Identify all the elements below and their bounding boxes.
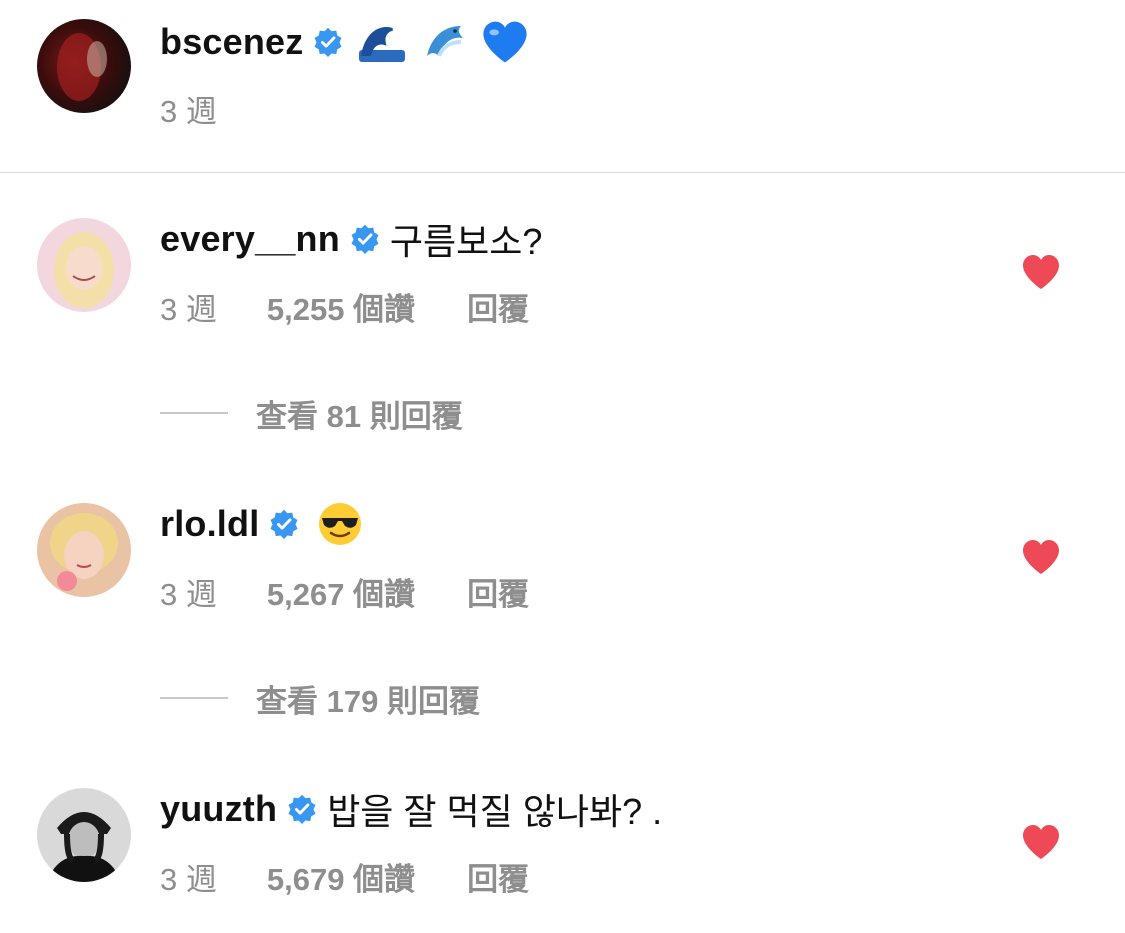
heart-icon[interactable] [1021,254,1061,290]
likes-count[interactable]: 5,679 個讚 [267,854,415,899]
verified-badge-icon [350,224,380,254]
sunglasses-emoji [319,503,362,545]
caption-meta: 3 週 [160,90,217,129]
comment-header: yuuzth 밥을 잘 먹질 않나봐? . [160,787,662,832]
timestamp: 3 週 [160,93,217,129]
verified-badge-icon [269,509,299,539]
caption-header: bscenez [160,20,529,64]
username[interactable]: rlo.ldl [160,503,259,545]
comment-item: rlo.ldl 3 週 5,267 個讚 回覆 查看 179 則回覆 [0,458,1125,748]
timestamp: 3 週 [160,291,217,327]
view-replies-button[interactable]: 查看 81 則回覆 [160,395,463,434]
reply-button[interactable]: 回覆 [467,284,529,329]
username[interactable]: yuuzth [160,788,277,830]
likes-count[interactable]: 5,255 個讚 [267,284,415,329]
comment-item: every__nn 구름보소? 3 週 5,255 個讚 回覆 查看 81 則回… [0,173,1125,483]
comment-meta: 3 週 5,255 個讚 回覆 [160,288,529,327]
dolphin-emoji [427,26,464,57]
verified-badge-icon [313,27,343,57]
likes-count[interactable]: 5,267 個讚 [267,569,415,614]
avatar[interactable] [37,19,131,113]
view-replies-button[interactable]: 查看 179 則回覆 [160,680,480,719]
blue-heart-emoji [483,21,528,63]
caption-block: bscenez 3 週 [0,0,1125,172]
verified-badge-icon [287,794,317,824]
avatar[interactable] [37,788,131,882]
username[interactable]: every__nn [160,218,340,260]
view-replies-label: 查看 179 則回覆 [256,683,480,719]
comment-meta: 3 週 5,679 個讚 回覆 [160,858,529,897]
reply-button[interactable]: 回覆 [467,854,529,899]
comment-header: every__nn 구름보소? [160,217,542,262]
reply-button[interactable]: 回覆 [467,569,529,614]
heart-icon[interactable] [1021,539,1061,575]
heart-icon[interactable] [1021,824,1061,860]
view-replies-rule [160,412,228,414]
comment-meta: 3 週 5,267 個讚 回覆 [160,573,529,612]
username[interactable]: bscenez [160,21,303,63]
view-replies-label: 查看 81 則回覆 [256,398,463,434]
avatar[interactable] [37,503,131,597]
avatar[interactable] [37,218,131,312]
timestamp: 3 週 [160,861,217,897]
comment-text: 구름보소? [389,221,543,262]
view-replies-rule [160,697,228,699]
comment-text: 밥을 잘 먹질 않나봐? . [327,791,663,832]
wave-emoji [359,27,406,62]
timestamp: 3 週 [160,576,217,612]
comment-header: rlo.ldl [160,502,363,546]
comment-item: yuuzth 밥을 잘 먹질 않나봐? . 3 週 5,679 個讚 回覆 [0,743,1125,933]
